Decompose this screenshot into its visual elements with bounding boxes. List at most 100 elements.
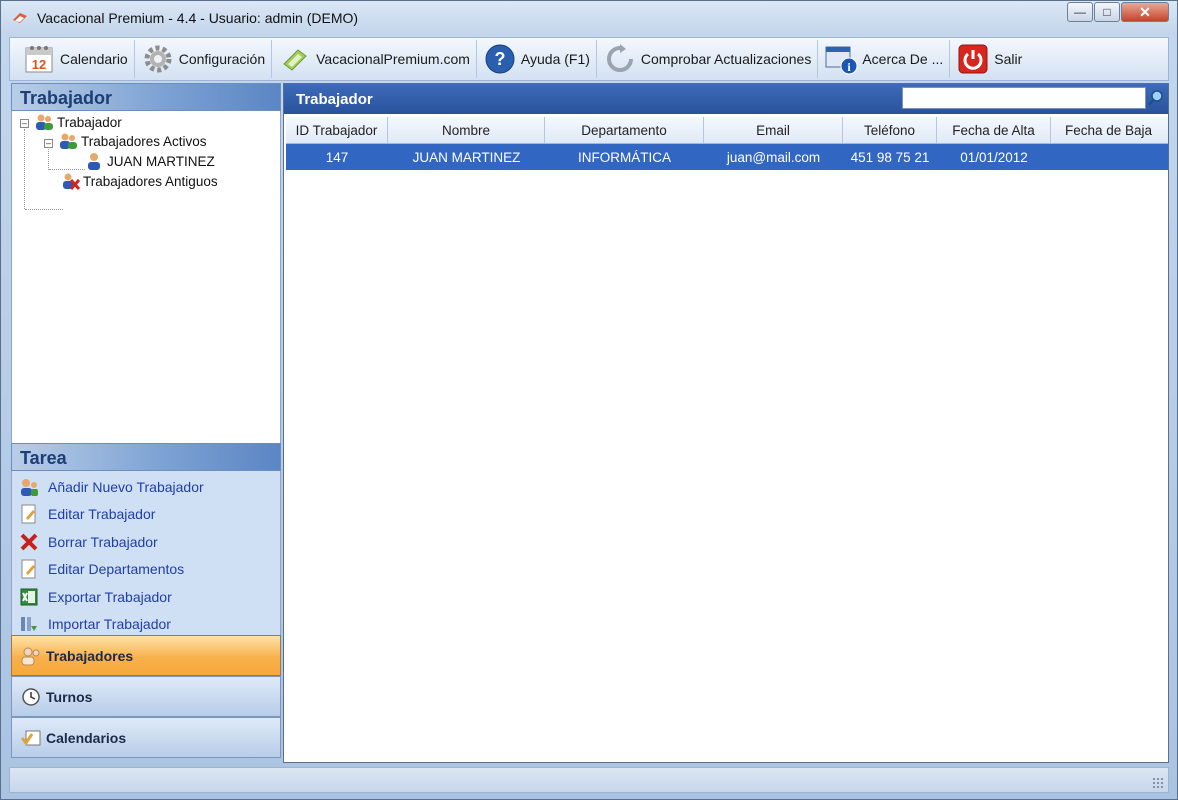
tree-line — [24, 129, 25, 209]
calendar-button[interactable]: 12 Calendario — [16, 40, 135, 78]
maximize-button[interactable]: □ — [1094, 2, 1120, 22]
users-icon — [20, 645, 42, 667]
column-header-department[interactable]: Departamento — [545, 117, 704, 143]
tree-node-worker[interactable]: JUAN MARTINEZ — [84, 152, 215, 170]
toolbar-label: Comprobar Actualizaciones — [640, 51, 812, 67]
tree-panel-header: Trabajador — [11, 83, 281, 111]
tree-collapse-toggle[interactable]: – — [20, 119, 29, 128]
task-label: Editar Trabajador — [48, 506, 156, 523]
nav-calendars-button[interactable]: Calendarios — [11, 717, 281, 758]
app-window: Vacacional Premium - 4.4 - Usuario: admi… — [0, 0, 1178, 800]
window-controls: — □ ✕ — [1066, 2, 1169, 22]
edit-document-icon — [18, 559, 40, 579]
tree-node-active-workers[interactable]: Trabajadores Activos — [58, 132, 207, 150]
cell-name: JUAN MARTINEZ — [412, 149, 521, 165]
nav-label: Trabajadores — [46, 647, 134, 664]
power-icon — [956, 42, 990, 76]
import-icon — [18, 614, 40, 634]
users-removed-icon — [60, 172, 80, 190]
cell-id: 147 — [325, 149, 349, 165]
tree-node-label: Trabajadores Antiguos — [83, 173, 218, 189]
column-header-end-date[interactable]: Fecha de Baja — [1051, 117, 1166, 143]
cell-end-date — [1051, 144, 1166, 170]
toolbar-label: Acerca De ... — [862, 51, 944, 67]
web-icon — [278, 42, 312, 76]
calendar-icon-number: 12 — [32, 57, 46, 72]
table-header: ID Trabajador Nombre Departamento Email … — [286, 117, 1168, 144]
tree-line — [48, 149, 49, 170]
app-logo-icon — [13, 13, 27, 23]
column-header-email[interactable]: Email — [704, 117, 843, 143]
import-worker-task[interactable]: Importar Trabajador — [12, 611, 280, 639]
users-icon — [58, 132, 78, 150]
user-icon — [84, 152, 104, 170]
info-icon: i — [824, 42, 858, 76]
toolbar-label: VacacionalPremium.com — [316, 51, 470, 67]
edit-worker-task[interactable]: Editar Trabajador — [12, 501, 280, 529]
edit-document-icon — [18, 504, 40, 524]
panel-title: Trabajador — [296, 90, 373, 108]
workers-panel-header: Trabajador — [284, 84, 1168, 114]
search-input[interactable] — [902, 87, 1146, 109]
worker-tree: – Trabajador – Trabajadores Activos JUAN… — [11, 111, 281, 443]
calendar-icon: 12 — [22, 42, 56, 76]
tree-node-label: Trabajadores Activos — [81, 133, 207, 149]
check-updates-button[interactable]: Comprobar Actualizaciones — [597, 40, 819, 78]
tree-line — [25, 209, 63, 210]
excel-icon — [18, 587, 40, 607]
table-row[interactable]: 147 JUAN MARTINEZ INFORMÁTICA juan@mail.… — [286, 144, 1168, 170]
minimize-button[interactable]: — — [1067, 2, 1093, 22]
refresh-icon — [603, 42, 637, 76]
column-header-phone[interactable]: Teléfono — [843, 117, 937, 143]
nav-shifts-button[interactable]: Turnos — [11, 676, 281, 717]
toolbar: 12 Calendario Configuración VacacionalPr… — [9, 37, 1169, 81]
tree-node-label: Trabajador — [57, 114, 122, 130]
tree-node-root[interactable]: Trabajador — [34, 113, 122, 131]
task-label: Editar Departamentos — [48, 561, 185, 578]
about-button[interactable]: i Acerca De ... — [818, 40, 951, 78]
tree-collapse-toggle[interactable]: – — [44, 139, 53, 148]
cell-start-date: 01/01/2012 — [960, 149, 1028, 165]
nav-label: Turnos — [46, 688, 93, 705]
cell-phone: 451 98 75 21 — [850, 149, 930, 165]
gear-icon — [141, 42, 175, 76]
edit-departments-task[interactable]: Editar Departamentos — [12, 556, 280, 584]
clock-icon — [20, 686, 42, 708]
delete-icon — [18, 532, 40, 552]
toolbar-label: Salir — [994, 51, 1023, 67]
task-list: Añadir Nuevo Trabajador Editar Trabajado… — [11, 471, 281, 635]
toolbar-label: Configuración — [178, 51, 266, 67]
status-bar — [9, 767, 1169, 793]
task-label: Importar Trabajador — [48, 616, 171, 633]
task-panel-header: Tarea — [11, 443, 281, 471]
website-button[interactable]: VacacionalPremium.com — [272, 40, 477, 78]
svg-text:?: ? — [494, 49, 505, 69]
add-worker-task[interactable]: Añadir Nuevo Trabajador — [12, 473, 280, 501]
help-button[interactable]: ? Ayuda (F1) — [477, 40, 597, 78]
nav-label: Calendarios — [46, 729, 127, 746]
cell-email: juan@mail.com — [726, 149, 821, 165]
column-header-start-date[interactable]: Fecha de Alta — [937, 117, 1051, 143]
task-label: Exportar Trabajador — [48, 588, 172, 605]
settings-button[interactable]: Configuración — [135, 40, 273, 78]
export-worker-task[interactable]: Exportar Trabajador — [12, 583, 280, 611]
nav-workers-button[interactable]: Trabajadores — [11, 635, 281, 676]
exit-button[interactable]: Salir — [950, 40, 1028, 78]
toolbar-label: Calendario — [60, 51, 128, 67]
title-bar[interactable]: Vacacional Premium - 4.4 - Usuario: admi… — [1, 1, 1177, 35]
tree-node-label: JUAN MARTINEZ — [107, 153, 215, 169]
delete-worker-task[interactable]: Borrar Trabajador — [12, 528, 280, 556]
task-label: Añadir Nuevo Trabajador — [48, 478, 204, 495]
resize-grip-icon[interactable] — [1152, 777, 1164, 789]
add-user-icon — [18, 477, 40, 497]
window-title: Vacacional Premium - 4.4 - Usuario: admi… — [37, 10, 359, 26]
workers-panel: Trabajador ID Trabajador Nombre Departam… — [283, 83, 1169, 763]
calendar-check-icon — [20, 727, 42, 749]
search-icon[interactable] — [1146, 87, 1166, 109]
tree-node-former-workers[interactable]: Trabajadores Antiguos — [60, 172, 218, 190]
column-header-name[interactable]: Nombre — [388, 117, 545, 143]
column-header-id[interactable]: ID Trabajador — [286, 117, 388, 143]
left-panel: Trabajador – Trabajador – Trabajadores A… — [11, 83, 281, 763]
close-button[interactable]: ✕ — [1121, 2, 1169, 22]
task-label: Borrar Trabajador — [48, 533, 158, 550]
